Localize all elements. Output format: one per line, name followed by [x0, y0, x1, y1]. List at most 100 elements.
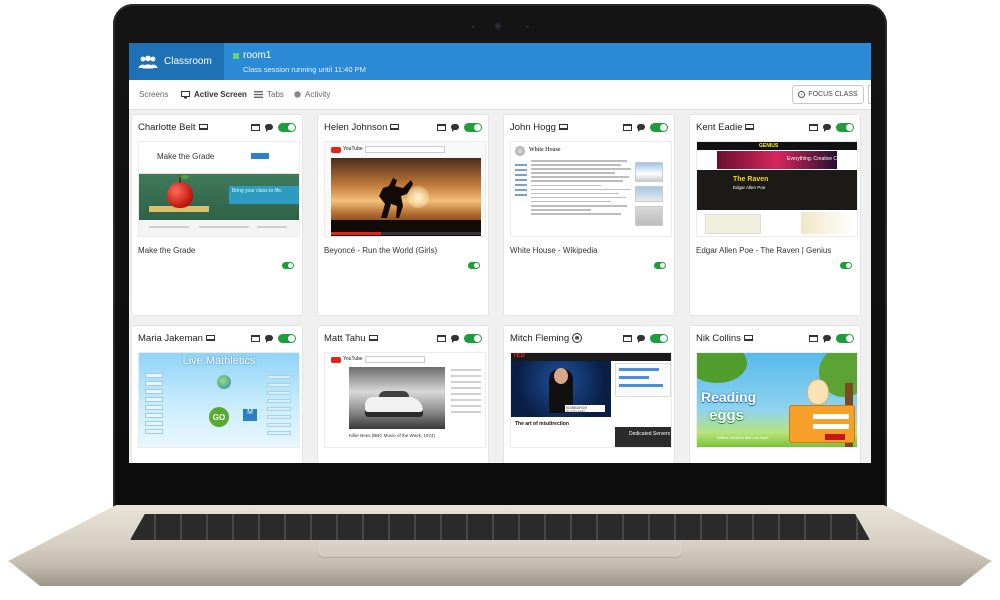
app-screen: Classroom room1 Class session running un…: [129, 43, 871, 463]
tab-toggle[interactable]: [282, 262, 294, 269]
screen-thumbnail[interactable]: TED EDINBURGH SCOTLAND The art of misdir…: [510, 352, 672, 448]
window-icon[interactable]: [809, 123, 818, 131]
student-toggle[interactable]: [464, 333, 482, 343]
login-box: [789, 405, 855, 443]
tab-tabs[interactable]: Tabs: [254, 90, 284, 99]
screen-thumbnail[interactable]: YouTube Killer Bees (BBC Movie of the We…: [324, 352, 486, 448]
tab-screens[interactable]: Screens: [139, 90, 168, 99]
student-card[interactable]: Mitch Fleming TED EDINBURGH SCOTLAND The…: [504, 326, 674, 463]
target-icon: [798, 91, 806, 98]
window-icon[interactable]: [251, 334, 260, 342]
student-toggle[interactable]: [278, 122, 296, 132]
chat-icon[interactable]: [265, 335, 273, 343]
room-label: room1: [243, 50, 272, 61]
screen-thumbnail[interactable]: Reading eggs Where children learn to rea…: [696, 352, 858, 448]
dot-icon: [294, 91, 301, 98]
student-name: Maria Jakeman: [138, 332, 203, 344]
student-card[interactable]: Kent Eadie GENIUS Everything. Creative C…: [690, 115, 860, 315]
screen-thumbnail[interactable]: Make the Grade Bring your class to life.: [138, 141, 300, 237]
laptop-icon: [205, 335, 215, 341]
sensor-dot: [472, 25, 475, 28]
users-icon: [138, 55, 158, 68]
card-header: John Hogg: [510, 121, 668, 133]
laptop-icon: [558, 124, 568, 130]
tab-label: Tabs: [267, 90, 284, 99]
brand[interactable]: Classroom: [129, 43, 224, 80]
student-toggle[interactable]: [464, 122, 482, 132]
screen-thumbnail[interactable]: Live Mathletics GO M: [138, 352, 300, 448]
laptop-icon: [368, 335, 378, 341]
thumb-site: YouTube: [343, 146, 363, 152]
laptop-icon: [745, 124, 755, 130]
card-header: Charlotte Belt: [138, 121, 296, 133]
laptop-keyboard: [130, 514, 870, 540]
thumb-site: GENIUS: [759, 143, 779, 149]
thumb-author: Edgar Allen Poe: [733, 185, 766, 190]
m-button: M: [243, 409, 257, 421]
thumb-title: Reading: [701, 389, 757, 405]
horse-rider-image: [379, 178, 413, 218]
tab-label: Active Screen: [194, 90, 247, 99]
laptop-icon: [198, 124, 208, 130]
thumb-note: Where children learn to read!: [717, 435, 769, 440]
laptop-icon: [390, 124, 400, 130]
screen-thumbnail[interactable]: White House: [510, 141, 672, 237]
window-icon[interactable]: [623, 334, 632, 342]
focus-class-label: FOCUS CLASS: [808, 91, 858, 98]
tab-toggle[interactable]: [654, 262, 666, 269]
card-header: Mitch Fleming: [510, 332, 668, 344]
thumb-note: Bring your class to life.: [229, 186, 299, 204]
thumb-site: TED: [513, 353, 525, 359]
tab-active-screen[interactable]: Active Screen: [181, 90, 247, 99]
student-name: Nik Collins: [696, 332, 741, 344]
window-icon[interactable]: [809, 334, 818, 342]
page-title: Edgar Allen Poe - The Raven | Genius: [696, 246, 832, 255]
chat-icon[interactable]: [637, 335, 645, 343]
wikipedia-globe-icon: [515, 146, 525, 156]
top-bar: Classroom room1 Class session running un…: [129, 43, 871, 80]
tab-activity[interactable]: Activity: [294, 90, 330, 99]
thumb-title: Live Mathletics: [182, 355, 256, 367]
student-toggle[interactable]: [278, 333, 296, 343]
laptop-touchpad: [318, 540, 682, 558]
thumb-banner: Everything. Creative Cloud.: [787, 156, 848, 162]
tab-toggle[interactable]: [468, 262, 480, 269]
view-tabs: Screens Active Screen Tabs Activity FOCU…: [129, 80, 871, 110]
chat-icon[interactable]: [823, 335, 831, 343]
student-toggle[interactable]: [836, 122, 854, 132]
thumb-title: White House: [529, 147, 561, 153]
chat-icon[interactable]: [451, 335, 459, 343]
youtube-logo-icon: [331, 147, 341, 153]
window-icon[interactable]: [437, 123, 446, 131]
student-toggle[interactable]: [836, 333, 854, 343]
speaker-image: [554, 368, 568, 384]
student-name: Charlotte Belt: [138, 121, 196, 133]
student-toggle[interactable]: [650, 333, 668, 343]
student-card[interactable]: Maria Jakeman Live Mathletics GO M: [132, 326, 302, 463]
window-icon[interactable]: [437, 334, 446, 342]
student-name: Mitch Fleming: [510, 332, 570, 344]
chat-icon[interactable]: [265, 124, 273, 132]
student-card[interactable]: John Hogg White House White House - Wiki…: [504, 115, 674, 315]
card-header: Kent Eadie: [696, 121, 854, 133]
thumb-heading: The Raven: [733, 176, 769, 183]
student-card[interactable]: Helen Johnson YouTube Beyoncé - Run the …: [318, 115, 488, 315]
session-status: Class session running until 11:40 PM: [243, 65, 366, 74]
screen-thumbnail[interactable]: GENIUS Everything. Creative Cloud. The R…: [696, 141, 858, 237]
student-card[interactable]: Charlotte Belt Make the Grade Bring your…: [132, 115, 302, 315]
youtube-logo-icon: [331, 357, 341, 363]
chat-icon[interactable]: [451, 124, 459, 132]
window-icon[interactable]: [623, 123, 632, 131]
student-name: John Hogg: [510, 121, 556, 133]
student-toggle[interactable]: [650, 122, 668, 132]
tab-toggle[interactable]: [840, 262, 852, 269]
chat-icon[interactable]: [823, 124, 831, 132]
window-icon[interactable]: [251, 123, 260, 131]
more-button[interactable]: [868, 85, 871, 104]
student-card[interactable]: Matt Tahu YouTube Killer Bees (BBC Movie…: [318, 326, 488, 463]
chat-icon[interactable]: [637, 124, 645, 132]
page-title: Beyoncé - Run the World (Girls): [324, 246, 438, 255]
focus-class-button[interactable]: FOCUS CLASS: [792, 85, 864, 104]
screen-thumbnail[interactable]: YouTube: [324, 141, 486, 237]
student-card[interactable]: Nik Collins Reading eggs Where children …: [690, 326, 860, 463]
